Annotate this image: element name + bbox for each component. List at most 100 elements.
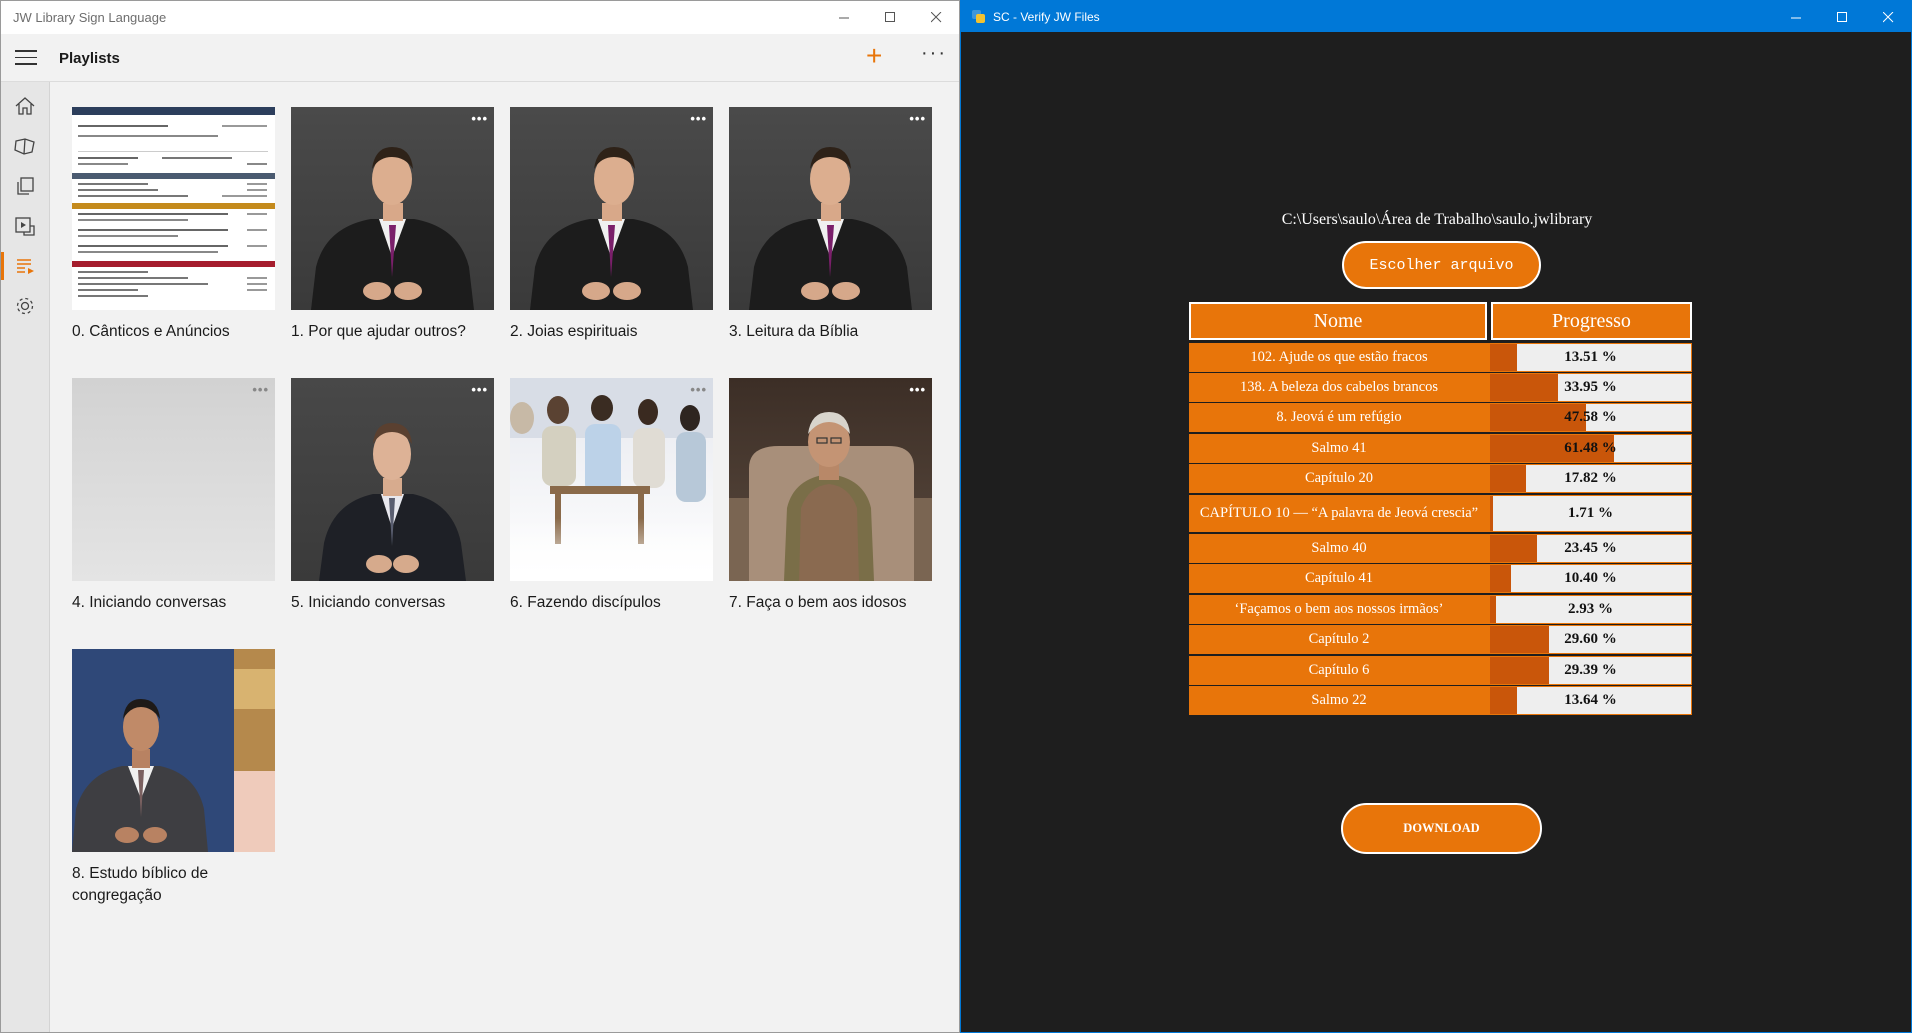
table-row: Capítulo 41 10.40 %	[1189, 564, 1692, 593]
page-header: Playlists + ···	[1, 34, 959, 82]
playlist-thumbnail[interactable]	[72, 107, 275, 310]
progress-bar: 13.51 %	[1489, 343, 1692, 372]
playlist-card[interactable]: 0. Cânticos e Anúncios	[72, 107, 275, 343]
playlist-card[interactable]: ••• 4. Iniciando conversas	[72, 378, 275, 614]
progress-label: 13.64 %	[1564, 692, 1617, 708]
playlist-card[interactable]: ••• 2. Joias espirituais	[510, 107, 713, 343]
nav-library[interactable]	[1, 126, 49, 166]
nav-media[interactable]	[1, 206, 49, 246]
signer-image	[530, 147, 693, 310]
playlist-thumbnail[interactable]: •••	[510, 107, 713, 310]
maximize-button[interactable]	[1819, 1, 1865, 34]
playlist-card[interactable]: ••• 7. Faça o bem aos idosos	[729, 378, 932, 614]
row-name: Salmo 22	[1189, 686, 1489, 715]
card-more-icon[interactable]: •••	[471, 382, 488, 397]
card-more-icon[interactable]: •••	[690, 111, 707, 126]
progress-label: 17.82 %	[1564, 470, 1617, 486]
close-icon	[930, 12, 941, 23]
table-row: Salmo 22 13.64 %	[1189, 686, 1692, 715]
more-options-button[interactable]: ···	[921, 42, 947, 65]
playlist-card[interactable]: 8. Estudo bíblico de congregação	[72, 649, 275, 907]
table-row: Capítulo 2 29.60 %	[1189, 625, 1692, 654]
row-name: ‘Façamos o bem aos nossos irmãos’	[1189, 595, 1489, 624]
progress-label: 61.48 %	[1564, 440, 1617, 456]
card-more-icon[interactable]: •••	[909, 111, 926, 126]
playlist-title: 3. Leitura da Bíblia	[729, 323, 859, 340]
progress-label: 33.95 %	[1564, 379, 1617, 395]
row-name: Salmo 40	[1189, 534, 1489, 563]
row-name: 8. Jeová é um refúgio	[1189, 403, 1489, 432]
progress-bar: 29.39 %	[1489, 656, 1692, 685]
header-progress: Progresso	[1491, 302, 1692, 340]
playlist-title: 7. Faça o bem aos idosos	[729, 594, 907, 611]
right-window-title: SC - Verify JW Files	[993, 10, 1100, 24]
row-name: 102. Ajude os que estão fracos	[1189, 343, 1489, 372]
playlist-title: 1. Por que ajudar outros?	[291, 323, 466, 340]
progress-bar: 33.95 %	[1489, 373, 1692, 402]
row-name: CAPÍTULO 10 — “A palavra de Jeová cresci…	[1189, 495, 1489, 532]
table-row: Salmo 40 23.45 %	[1189, 534, 1692, 563]
progress-label: 10.40 %	[1564, 570, 1617, 586]
playlist-title: 0. Cânticos e Anúncios	[72, 323, 230, 340]
row-name: Capítulo 2	[1189, 625, 1489, 654]
card-more-icon[interactable]: •••	[252, 382, 269, 397]
progress-label: 1.71 %	[1568, 505, 1613, 521]
nav-playlists[interactable]	[1, 246, 49, 286]
maximize-button[interactable]	[867, 1, 913, 34]
playlist-card[interactable]: ••• 6. Fazendo discípulos	[510, 378, 713, 614]
nav-home[interactable]	[1, 86, 49, 126]
menu-line	[15, 50, 37, 52]
card-more-icon[interactable]: •••	[909, 382, 926, 397]
minimize-button[interactable]	[821, 1, 867, 34]
add-playlist-button[interactable]: +	[866, 42, 882, 70]
progress-label: 29.60 %	[1564, 631, 1617, 647]
playlist-title: 2. Joias espirituais	[510, 323, 638, 340]
playlist-thumbnail[interactable]: •••	[72, 378, 275, 581]
table-row: Capítulo 20 17.82 %	[1189, 464, 1692, 493]
group-image	[510, 378, 713, 581]
playlist-thumbnail[interactable]: •••	[510, 378, 713, 581]
playlist-thumbnail[interactable]: •••	[291, 107, 494, 310]
signer-image	[72, 649, 275, 852]
close-icon	[1882, 12, 1893, 23]
card-more-icon[interactable]: •••	[471, 111, 488, 126]
close-button[interactable]	[1865, 1, 1911, 34]
verify-jw-files-window: SC - Verify JW Files C:\Users\saulo\Área…	[960, 0, 1912, 1033]
card-more-icon[interactable]: •••	[690, 382, 707, 397]
playlist-thumbnail[interactable]: •••	[729, 107, 932, 310]
download-button[interactable]: DOWNLOAD	[1341, 803, 1542, 854]
minimize-button[interactable]	[1773, 1, 1819, 34]
media-icon	[15, 217, 35, 236]
playlist-title: 8. Estudo bíblico de congregação	[72, 865, 209, 904]
playlist-thumbnail[interactable]: •••	[291, 378, 494, 581]
progress-label: 47.58 %	[1564, 409, 1617, 425]
choose-file-button[interactable]: Escolher arquivo	[1342, 241, 1541, 289]
table-row: Salmo 41 61.48 %	[1189, 434, 1692, 463]
playlist-title: 5. Iniciando conversas	[291, 594, 446, 611]
left-titlebar: JW Library Sign Language	[1, 1, 959, 34]
app-icon	[972, 10, 985, 23]
minimize-icon	[838, 17, 849, 19]
close-button[interactable]	[913, 1, 959, 34]
nav-settings[interactable]	[1, 286, 49, 326]
playlist-card[interactable]: ••• 5. Iniciando conversas	[291, 378, 494, 614]
hamburger-menu-button[interactable]	[15, 50, 37, 66]
row-name: Salmo 41	[1189, 434, 1489, 463]
page-title: Playlists	[59, 50, 120, 67]
progress-bar: 13.64 %	[1489, 686, 1692, 715]
selected-file-path: C:\Users\saulo\Área de Trabalho\saulo.jw…	[1281, 211, 1593, 228]
playlist-thumbnail[interactable]	[72, 649, 275, 852]
signer-image	[749, 147, 912, 310]
playlist-card[interactable]: ••• 3. Leitura da Bíblia	[729, 107, 932, 343]
progress-label: 23.45 %	[1564, 540, 1617, 556]
nav-publications[interactable]	[1, 166, 49, 206]
progress-bar: 2.93 %	[1489, 595, 1692, 624]
gear-icon	[16, 297, 34, 315]
playlist-thumbnail[interactable]: •••	[729, 378, 932, 581]
playlist-title: 4. Iniciando conversas	[72, 594, 227, 611]
progress-bar: 47.58 %	[1489, 403, 1692, 432]
minimize-icon	[1790, 17, 1801, 19]
playlist-card[interactable]: ••• 1. Por que ajudar outros?	[291, 107, 494, 343]
progress-bar: 17.82 %	[1489, 464, 1692, 493]
row-name: Capítulo 6	[1189, 656, 1489, 685]
